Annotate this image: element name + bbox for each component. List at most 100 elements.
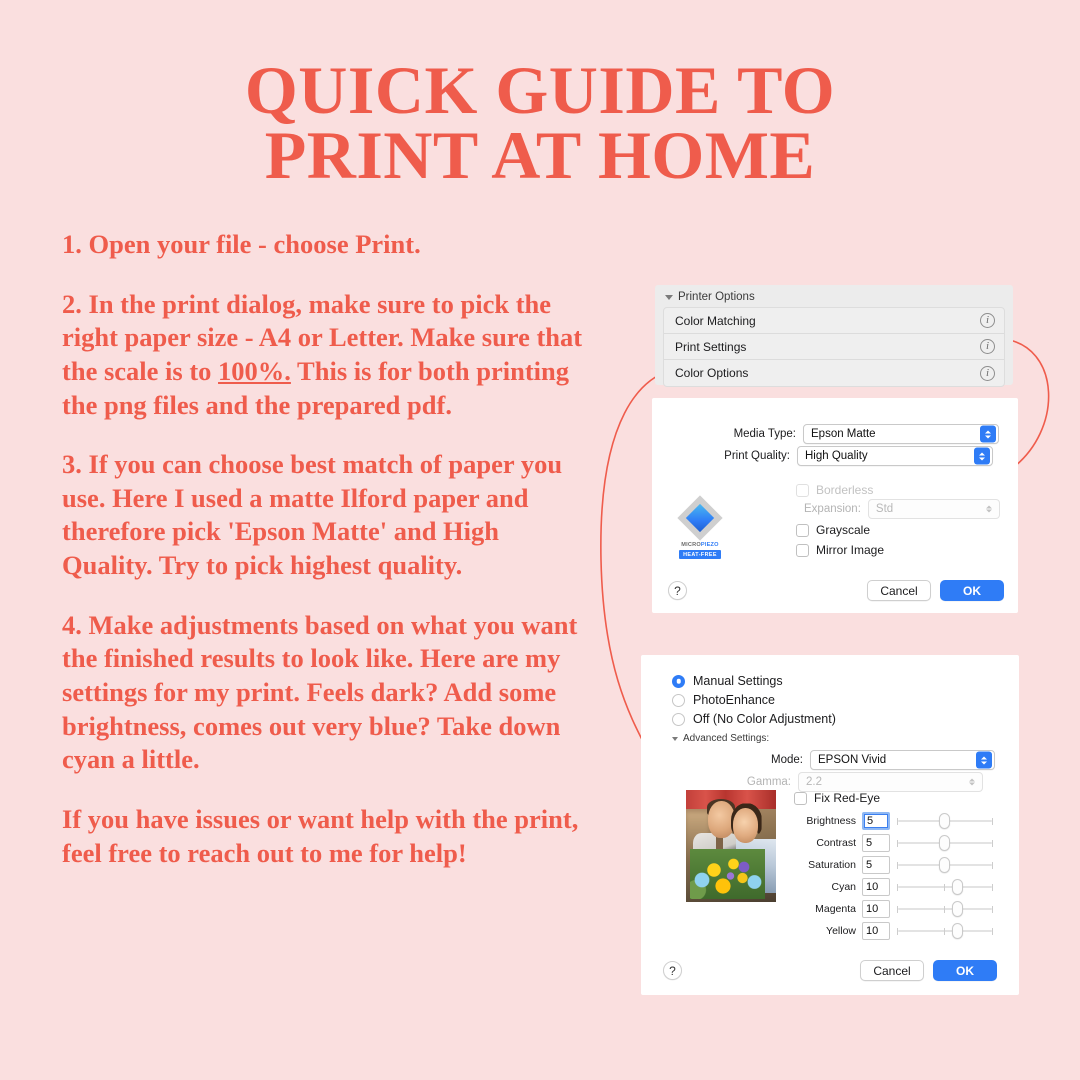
printer-options-panel: Printer Options Color Matching i Print S…: [655, 285, 1013, 387]
slider-value-input[interactable]: 10: [862, 900, 890, 918]
radio-icon: [672, 693, 685, 707]
radio-label: Off (No Color Adjustment): [693, 712, 836, 726]
printer-options-title: Printer Options: [678, 291, 755, 303]
chevron-updown-icon: [974, 447, 990, 465]
grayscale-checkbox-row[interactable]: Grayscale: [796, 523, 870, 537]
slider-track[interactable]: [896, 878, 994, 896]
help-button[interactable]: ?: [663, 961, 682, 980]
info-circle-icon[interactable]: i: [980, 339, 995, 354]
radio-label: Manual Settings: [693, 674, 783, 688]
cancel-button[interactable]: Cancel: [860, 960, 924, 981]
color-adjust-controls: Fix Red-Eye Brightness 5 Contrast 5 Satu…: [794, 791, 1004, 942]
closing-paragraph: If you have issues or want help with the…: [62, 803, 579, 868]
color-adjustment-radio-group: Manual Settings PhotoEnhance Off (No Col…: [672, 674, 836, 731]
printer-options-list: Color Matching i Print Settings i Color …: [663, 307, 1005, 387]
info-circle-icon[interactable]: i: [980, 365, 995, 381]
mirror-image-label: Mirror Image: [816, 543, 885, 557]
radio-label: PhotoEnhance: [693, 693, 776, 707]
slider-label: Cyan: [831, 881, 856, 893]
step-4-paragraph: 4. Make adjustments based on what you wa…: [62, 609, 578, 775]
slider-thumb[interactable]: [951, 879, 963, 895]
printer-options-header[interactable]: Printer Options: [663, 291, 1005, 303]
media-type-select[interactable]: Epson Matte: [803, 424, 999, 444]
print-quality-select[interactable]: High Quality: [797, 446, 993, 466]
gamma-label: Gamma:: [746, 776, 791, 788]
printer-option-color-matching[interactable]: Color Matching i: [664, 308, 1004, 334]
printer-option-color-options[interactable]: Color Options i: [664, 360, 1004, 386]
slider-track[interactable]: [896, 922, 994, 940]
color-options-actions: Cancel OK: [860, 960, 997, 981]
slider-row-saturation: Saturation 5: [794, 854, 1004, 876]
slider-value-input[interactable]: 10: [862, 922, 890, 940]
chevron-down-icon: [672, 736, 678, 741]
advanced-settings-header[interactable]: Advanced Settings:: [672, 733, 769, 744]
radio-off-no-color-adjustment[interactable]: Off (No Color Adjustment): [672, 712, 836, 726]
row-label: Color Matching: [675, 313, 756, 328]
slider-row-contrast: Contrast 5: [794, 832, 1004, 854]
instructions-column: 1. Open your file - choose Print. 2. In …: [62, 228, 587, 870]
radio-photoenhance[interactable]: PhotoEnhance: [672, 693, 836, 707]
ok-button[interactable]: OK: [933, 960, 997, 981]
gamma-field: Gamma: 2.2: [743, 772, 983, 792]
slider-track[interactable]: [896, 834, 994, 852]
fix-red-eye-checkbox-row[interactable]: Fix Red-Eye: [794, 791, 1004, 805]
slider-track[interactable]: [896, 812, 994, 830]
slider-track[interactable]: [896, 856, 994, 874]
title-line-1: Quick Guide to: [244, 52, 836, 128]
fix-red-eye-checkbox[interactable]: [794, 791, 807, 805]
print-settings-footer: ? Cancel OK: [668, 580, 1004, 601]
slider-label: Magenta: [815, 903, 856, 915]
printer-option-print-settings[interactable]: Print Settings i: [664, 334, 1004, 360]
radio-icon: [672, 712, 685, 726]
media-type-label: Media Type:: [733, 428, 796, 440]
expansion-select: Std: [867, 499, 1000, 519]
borderless-checkbox: [796, 483, 809, 497]
slider-thumb[interactable]: [951, 901, 963, 917]
info-circle-icon[interactable]: i: [980, 313, 995, 328]
chevron-updown-icon: [976, 751, 992, 769]
mode-select[interactable]: EPSON Vivid: [810, 750, 995, 770]
grayscale-label: Grayscale: [816, 523, 871, 537]
grayscale-checkbox[interactable]: [796, 523, 809, 537]
slider-thumb[interactable]: [951, 923, 963, 939]
title-line-2: Print at Home: [264, 116, 816, 193]
slider-value-input[interactable]: 5: [862, 812, 890, 830]
media-type-field: Media Type: Epson Matte: [730, 424, 999, 444]
mode-value: EPSON Vivid: [818, 754, 887, 766]
help-button[interactable]: ?: [668, 581, 687, 600]
slider-label: Brightness: [806, 815, 856, 827]
advanced-settings-label: Advanced Settings:: [683, 733, 770, 744]
cancel-button[interactable]: Cancel: [867, 580, 931, 601]
slider-value-input[interactable]: 5: [862, 856, 890, 874]
radio-manual-settings[interactable]: Manual Settings: [672, 674, 836, 688]
slider-track[interactable]: [896, 900, 994, 918]
slider-label: Contrast: [816, 837, 856, 849]
row-label: Color Options: [675, 366, 749, 380]
borderless-label: Borderless: [816, 483, 874, 497]
mirror-image-checkbox[interactable]: [796, 543, 809, 557]
color-options-footer: ? Cancel OK: [663, 960, 997, 981]
chevron-down-icon: [665, 294, 673, 300]
mirror-image-checkbox-row[interactable]: Mirror Image: [796, 543, 884, 557]
print-quality-field: Print Quality: High Quality: [724, 446, 993, 466]
step-2-paragraph: 2. In the print dialog, make sure to pic…: [62, 288, 587, 423]
ok-button[interactable]: OK: [940, 580, 1004, 601]
chevron-updown-icon: [981, 501, 997, 518]
expansion-label: Expansion:: [804, 503, 861, 515]
chevron-updown-icon: [964, 774, 980, 791]
slider-value-input[interactable]: 10: [862, 878, 890, 896]
print-quality-label: Print Quality:: [724, 450, 790, 462]
print-quality-value: High Quality: [805, 450, 868, 462]
slider-thumb[interactable]: [939, 857, 951, 873]
chevron-updown-icon: [980, 425, 996, 443]
logo-word-piezo: PIEZO: [700, 542, 719, 548]
step-1-paragraph: 1. Open your file - choose Print.: [62, 229, 421, 259]
slider-label: Yellow: [826, 925, 856, 937]
slider-thumb[interactable]: [939, 835, 951, 851]
preview-thumbnail: [686, 790, 776, 902]
micro-piezo-logo: MICROPIEZO HEAT-FREE: [672, 495, 728, 559]
slider-value-input[interactable]: 5: [862, 834, 890, 852]
slider-thumb[interactable]: [939, 813, 951, 829]
diamond-icon: [677, 495, 723, 541]
poster-canvas: Quick Guide to Print at Home 1. Open you…: [0, 0, 1080, 1080]
